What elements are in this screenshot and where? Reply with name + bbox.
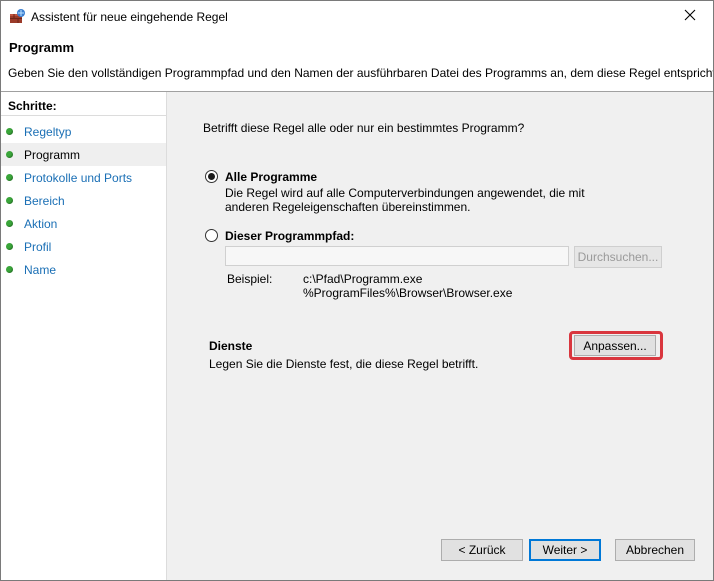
step-profil[interactable]: Profil: [1, 235, 166, 258]
title-bar: Assistent für neue eingehende Regel: [1, 1, 713, 32]
step-name[interactable]: Name: [1, 258, 166, 281]
close-icon: [684, 9, 696, 24]
example-line: c:\Pfad\Programm.exe: [303, 272, 423, 286]
step-bullet-icon: [6, 243, 13, 250]
step-bullet-icon: [6, 220, 13, 227]
wizard-window: Assistent für neue eingehende Regel Prog…: [0, 0, 714, 581]
step-programm[interactable]: Programm: [1, 143, 166, 166]
radio-all-programs-label[interactable]: Alle Programme: [225, 170, 317, 184]
step-aktion[interactable]: Aktion: [1, 212, 166, 235]
step-bullet-icon: [6, 266, 13, 273]
step-bullet-icon: [6, 151, 13, 158]
browse-button[interactable]: Durchsuchen...: [574, 246, 662, 268]
example-line: %ProgramFiles%\Browser\Browser.exe: [303, 286, 513, 300]
step-bereich[interactable]: Bereich: [1, 189, 166, 212]
step-bullet-icon: [6, 197, 13, 204]
cancel-button[interactable]: Abbrechen: [615, 539, 695, 561]
step-label: Programm: [24, 148, 81, 162]
example-label: Beispiel:: [227, 272, 273, 286]
close-button[interactable]: [667, 1, 713, 32]
scope-question: Betrifft diese Regel alle oder nur ein b…: [203, 121, 525, 135]
example-values: c:\Pfad\Programm.exe %ProgramFiles%\Brow…: [303, 272, 512, 300]
window-title: Assistent für neue eingehende Regel: [31, 10, 228, 24]
step-label: Name: [24, 263, 57, 277]
back-button[interactable]: < Zurück: [441, 539, 523, 561]
step-label: Regeltyp: [24, 125, 72, 139]
step-bullet-icon: [6, 128, 13, 135]
page-title: Programm: [9, 40, 75, 55]
step-protokolle-und-ports[interactable]: Protokolle und Ports: [1, 166, 166, 189]
page-description: Geben Sie den vollständigen Programmpfad…: [8, 66, 714, 80]
step-bullet-icon: [6, 174, 13, 181]
steps-sidebar: Schritte: Regeltyp Programm Protokolle u…: [1, 92, 167, 580]
step-label: Profil: [24, 240, 52, 254]
step-regeltyp[interactable]: Regeltyp: [1, 120, 166, 143]
step-label: Aktion: [24, 217, 58, 231]
radio-program-path[interactable]: [205, 229, 218, 242]
step-label: Bereich: [24, 194, 65, 208]
firewall-icon: [9, 8, 27, 24]
next-button[interactable]: Weiter >: [529, 539, 601, 561]
page-header: Programm Geben Sie den vollständigen Pro…: [1, 32, 713, 92]
all-programs-description: Die Regel wird auf alle Computerverbindu…: [225, 186, 585, 214]
services-title: Dienste: [209, 339, 253, 353]
radio-all-programs[interactable]: [205, 170, 218, 183]
main-panel: Betrifft diese Regel alle oder nur ein b…: [167, 92, 713, 580]
steps-heading: Schritte:: [1, 92, 166, 116]
radio-program-path-label[interactable]: Dieser Programmpfad:: [225, 229, 354, 243]
program-path-input[interactable]: [225, 246, 569, 266]
step-label: Protokolle und Ports: [24, 171, 133, 185]
services-description: Legen Sie die Dienste fest, die diese Re…: [209, 357, 479, 371]
customize-button-highlight: [569, 331, 663, 360]
